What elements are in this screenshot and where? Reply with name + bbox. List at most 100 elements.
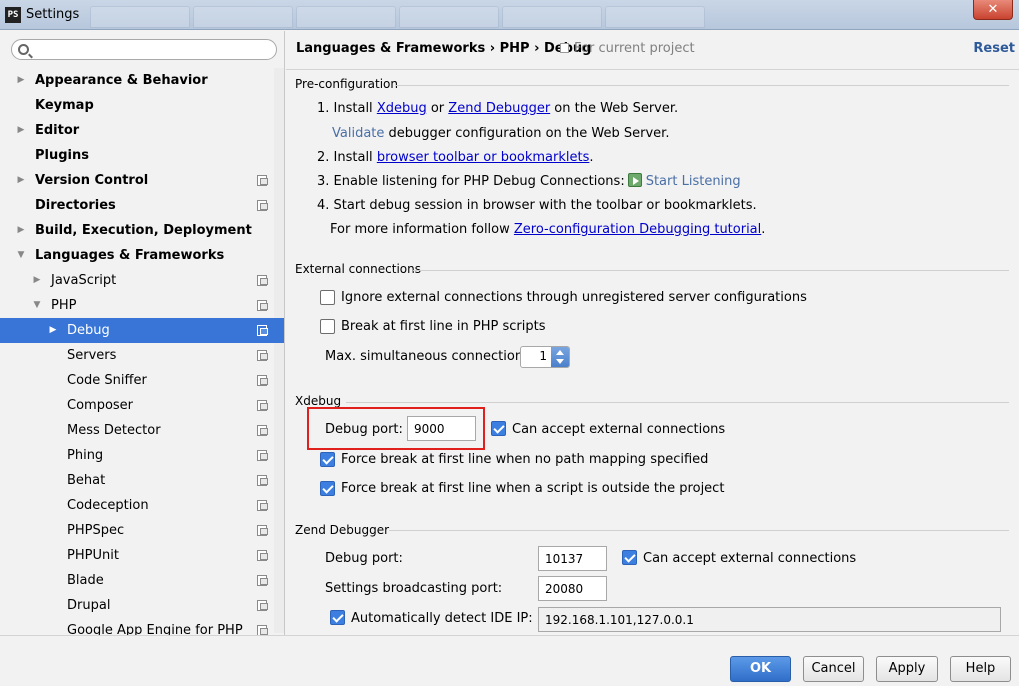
spinner-down-icon[interactable] — [556, 359, 564, 364]
sidebar-item-keymap[interactable]: Keymap — [0, 93, 284, 118]
project-level-icon — [257, 200, 268, 211]
sidebar-item-behat[interactable]: Behat — [0, 468, 284, 493]
zend-debugger-link[interactable]: Zend Debugger — [448, 101, 550, 116]
browser-toolbar-link[interactable]: browser toolbar or bookmarklets — [377, 150, 590, 165]
external-section-title: External connections — [295, 262, 421, 276]
expand-down-icon[interactable]: ▼ — [16, 243, 26, 268]
break-first-line-checkbox[interactable] — [320, 319, 335, 334]
expand-down-icon[interactable]: ▼ — [32, 293, 42, 318]
ok-button[interactable]: OK — [730, 656, 791, 682]
expand-right-icon[interactable]: ▶ — [16, 168, 26, 193]
project-level-icon — [257, 375, 268, 386]
expand-right-icon[interactable]: ▶ — [16, 68, 26, 93]
spinner-up-icon[interactable] — [556, 350, 564, 355]
xdebug-port-input[interactable] — [407, 416, 476, 441]
help-button[interactable]: Help — [950, 656, 1011, 682]
sidebar-item-plugins[interactable]: Plugins — [0, 143, 284, 168]
sidebar-item-version-control[interactable]: ▶ Version Control — [0, 168, 284, 193]
validate-link[interactable]: Validate — [332, 126, 384, 141]
apply-button[interactable]: Apply — [876, 656, 938, 682]
sidebar-item-label: Debug — [67, 323, 110, 338]
broadcast-port-input[interactable] — [538, 576, 607, 601]
expand-right-icon[interactable]: ▶ — [48, 318, 58, 343]
sidebar-item-phpspec[interactable]: PHPSpec — [0, 518, 284, 543]
xdebug-link[interactable]: Xdebug — [377, 101, 427, 116]
sidebar-item-codeception[interactable]: Codeception — [0, 493, 284, 518]
zend-accept-external-label[interactable]: Can accept external connections — [643, 551, 856, 566]
sidebar-item-build-execution-deployment[interactable]: ▶ Build, Execution, Deployment — [0, 218, 284, 243]
sidebar-item-editor[interactable]: ▶ Editor — [0, 118, 284, 143]
sidebar-item-mess-detector[interactable]: Mess Detector — [0, 418, 284, 443]
project-scope-indicator: For current project — [560, 41, 695, 56]
expand-right-icon[interactable]: ▶ — [32, 268, 42, 293]
sidebar-item-label: Blade — [67, 573, 104, 588]
project-level-icon — [257, 175, 268, 186]
ignore-external-checkbox[interactable] — [320, 290, 335, 305]
auto-detect-ip-checkbox[interactable] — [330, 610, 345, 625]
sidebar-item-languages-frameworks[interactable]: ▼ Languages & Frameworks — [0, 243, 284, 268]
reset-link[interactable]: Reset — [973, 41, 1015, 56]
cancel-button[interactable]: Cancel — [803, 656, 864, 682]
xdebug-accept-external-label[interactable]: Can accept external connections — [512, 422, 725, 437]
step-text: debugger configuration on the Web Server… — [384, 126, 670, 141]
force-break-outside-checkbox[interactable] — [320, 481, 335, 496]
xdebug-port-label: Debug port: — [325, 422, 403, 437]
sidebar-item-code-sniffer[interactable]: Code Sniffer — [0, 368, 284, 393]
sidebar-item-label: Composer — [67, 398, 134, 413]
sidebar-item-label: Build, Execution, Deployment — [35, 223, 252, 238]
sidebar-item-directories[interactable]: Directories — [0, 193, 284, 218]
ignore-external-label[interactable]: Ignore external connections through unre… — [341, 290, 807, 305]
sidebar-item-label: Appearance & Behavior — [35, 73, 208, 88]
project-level-icon — [257, 325, 268, 336]
zend-accept-external-checkbox[interactable] — [622, 550, 637, 565]
phpstorm-logo-icon: PS — [5, 7, 21, 23]
sidebar-item-composer[interactable]: Composer — [0, 393, 284, 418]
ide-ip-input[interactable] — [538, 607, 1001, 632]
start-listening-icon[interactable] — [627, 173, 642, 187]
sidebar-item-label: PHPUnit — [67, 548, 119, 563]
force-break-outside-label[interactable]: Force break at first line when a script … — [341, 481, 724, 496]
spinner-buttons[interactable] — [551, 347, 569, 367]
sidebar-item-phing[interactable]: Phing — [0, 443, 284, 468]
sidebar-item-google-app-engine-for-php[interactable]: Google App Engine for PHP — [0, 618, 284, 635]
force-break-no-path-label[interactable]: Force break at first line when no path m… — [341, 452, 708, 467]
zero-config-tutorial-link[interactable]: Zero-configuration Debugging tutorial — [514, 222, 761, 237]
expand-right-icon[interactable]: ▶ — [16, 118, 26, 143]
settings-search-input[interactable] — [34, 41, 272, 58]
sidebar-item-blade[interactable]: Blade — [0, 568, 284, 593]
project-level-icon — [257, 275, 268, 286]
max-connections-spinner[interactable]: 1 — [520, 346, 570, 368]
max-connections-label: Max. simultaneous connections: — [325, 349, 535, 364]
sidebar-item-label: Servers — [67, 348, 117, 363]
sidebar-item-php[interactable]: ▼ PHP — [0, 293, 284, 318]
sidebar-item-drupal[interactable]: Drupal — [0, 593, 284, 618]
background-editor-tabs — [90, 6, 705, 28]
step-text: . — [589, 150, 594, 165]
page-breadcrumb: Languages & Frameworks › PHP › Debug — [296, 41, 592, 56]
auto-detect-ip-label[interactable]: Automatically detect IDE IP: — [351, 611, 533, 626]
project-level-icon — [257, 500, 268, 511]
project-level-icon — [257, 575, 268, 586]
start-listening-link[interactable]: Start Listening — [646, 174, 741, 189]
project-level-icon — [257, 350, 268, 361]
sidebar-item-debug[interactable]: ▶ Debug — [0, 318, 284, 343]
break-first-line-label[interactable]: Break at first line in PHP scripts — [341, 319, 546, 334]
expand-right-icon[interactable]: ▶ — [16, 218, 26, 243]
close-window-button[interactable]: ✕ — [973, 0, 1013, 20]
project-level-icon — [257, 400, 268, 411]
sidebar-item-javascript[interactable]: ▶ JavaScript — [0, 268, 284, 293]
settings-search-box[interactable] — [11, 39, 277, 60]
xdebug-accept-external-checkbox[interactable] — [491, 421, 506, 436]
zend-port-label: Debug port: — [325, 551, 403, 566]
search-icon — [18, 44, 29, 55]
settings-tree: ▶ Appearance & Behavior Keymap ▶ Editor Plugi… — [0, 68, 284, 635]
background-tab — [605, 6, 705, 28]
header-divider — [286, 69, 1019, 70]
force-break-no-path-checkbox[interactable] — [320, 452, 335, 467]
sidebar-item-servers[interactable]: Servers — [0, 343, 284, 368]
sidebar-item-appearance-behavior[interactable]: ▶ Appearance & Behavior — [0, 68, 284, 93]
sidebar-item-label: Plugins — [35, 148, 89, 163]
project-scope-icon — [560, 43, 569, 53]
sidebar-item-phpunit[interactable]: PHPUnit — [0, 543, 284, 568]
zend-port-input[interactable] — [538, 546, 607, 571]
